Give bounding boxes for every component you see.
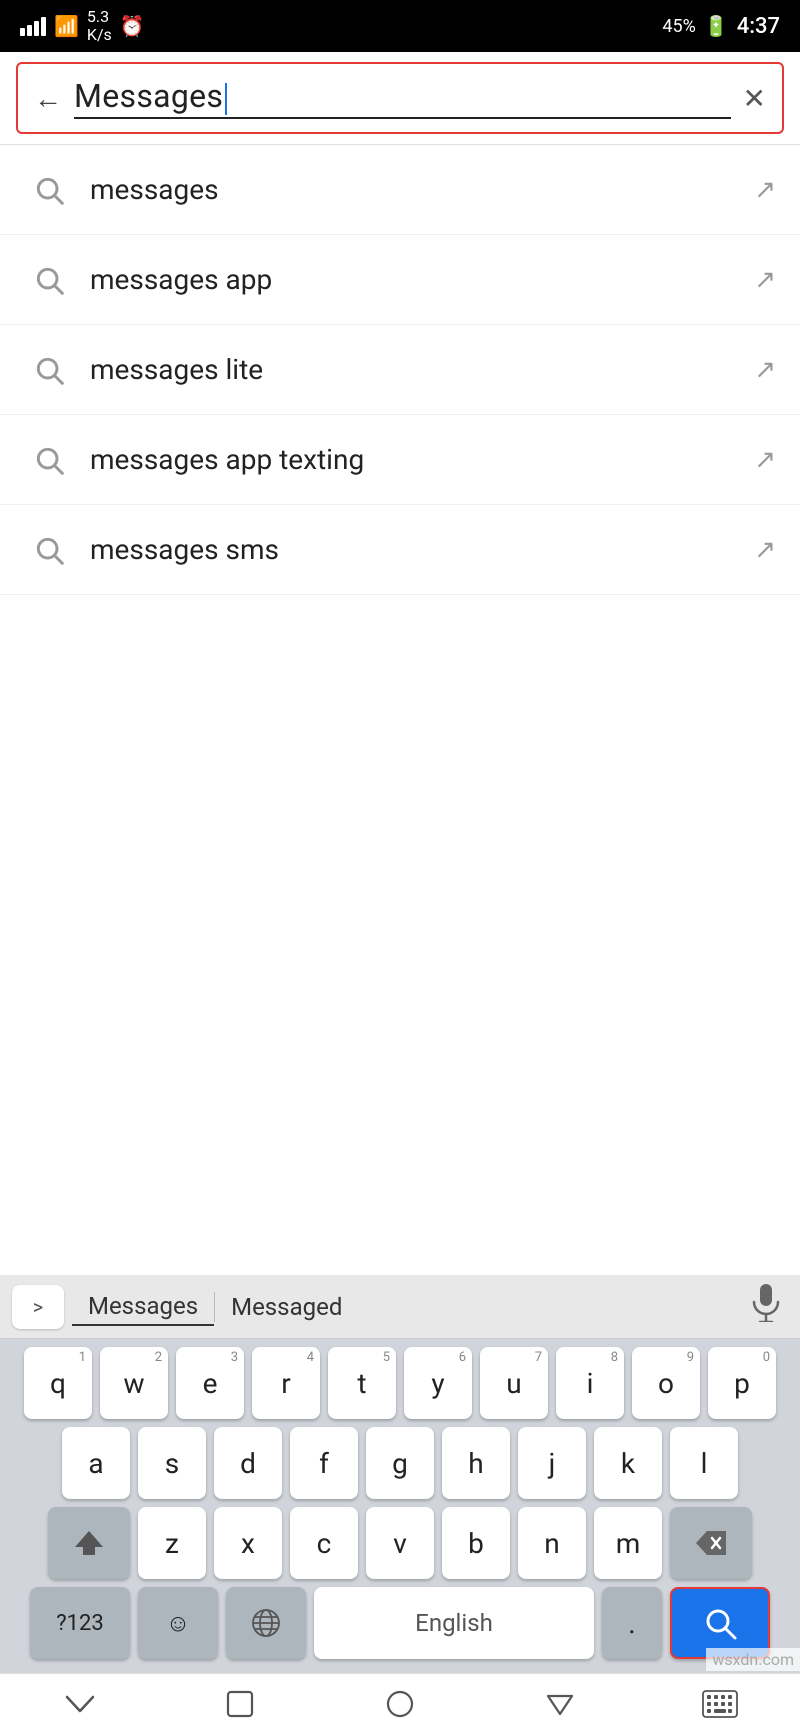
- key-g[interactable]: g: [366, 1427, 434, 1499]
- close-button[interactable]: ✕: [743, 82, 766, 115]
- key-l[interactable]: l: [670, 1427, 738, 1499]
- key-row-3: z x c v b n m: [6, 1507, 794, 1579]
- key-r[interactable]: 4r: [252, 1347, 320, 1419]
- search-icon: [24, 354, 74, 386]
- arrow-icon: ↗: [754, 175, 776, 205]
- key-f[interactable]: f: [290, 1427, 358, 1499]
- wifi-icon: 📶: [54, 14, 79, 38]
- key-e[interactable]: 3e: [176, 1347, 244, 1419]
- key-p[interactable]: 0p: [708, 1347, 776, 1419]
- emoji-key[interactable]: ☺: [138, 1587, 218, 1659]
- key-x[interactable]: x: [214, 1507, 282, 1579]
- suggestion-text: messages app texting: [74, 443, 754, 476]
- shift-key[interactable]: [48, 1507, 130, 1579]
- suggestion-text: messages lite: [74, 353, 754, 386]
- key-m[interactable]: m: [594, 1507, 662, 1579]
- key-j[interactable]: j: [518, 1427, 586, 1499]
- key-a[interactable]: a: [62, 1427, 130, 1499]
- keyboard-rows: 1q 2w 3e 4r 5t 6y 7u 8i 9o 0p a s d f g …: [0, 1339, 800, 1673]
- search-icon: [24, 534, 74, 566]
- mic-button[interactable]: [744, 1276, 788, 1338]
- alarm-icon: ⏰: [120, 14, 145, 38]
- key-y[interactable]: 6y: [404, 1347, 472, 1419]
- list-item[interactable]: messages app texting ↗: [0, 415, 800, 505]
- key-q[interactable]: 1q: [24, 1347, 92, 1419]
- autocomplete-word-1[interactable]: Messages: [72, 1288, 214, 1326]
- suggestion-text: messages: [74, 173, 754, 206]
- search-input[interactable]: Messages: [74, 77, 731, 119]
- key-v[interactable]: v: [366, 1507, 434, 1579]
- list-item[interactable]: messages lite ↗: [0, 325, 800, 415]
- nav-keyboard-button[interactable]: [680, 1679, 760, 1729]
- arrow-icon: ↗: [754, 355, 776, 385]
- autocomplete-words: Messages Messaged: [72, 1288, 736, 1326]
- key-u[interactable]: 7u: [480, 1347, 548, 1419]
- list-item[interactable]: messages ↗: [0, 145, 800, 235]
- search-icon: [24, 174, 74, 206]
- key-b[interactable]: b: [442, 1507, 510, 1579]
- key-s[interactable]: s: [138, 1427, 206, 1499]
- arrow-icon: ↗: [754, 265, 776, 295]
- key-h[interactable]: h: [442, 1427, 510, 1499]
- key-z[interactable]: z: [138, 1507, 206, 1579]
- suggestion-text: messages app: [74, 263, 754, 296]
- status-right: 45% 🔋 4:37: [662, 14, 780, 39]
- watermark: wsxdn.com: [706, 1648, 800, 1671]
- autocomplete-bar: > Messages Messaged: [0, 1275, 800, 1339]
- battery-percent: 45%: [662, 16, 695, 37]
- key-row-2: a s d f g h j k l: [6, 1427, 794, 1499]
- search-icon: [24, 444, 74, 476]
- globe-key[interactable]: [226, 1587, 306, 1659]
- signal-icon: [20, 16, 46, 36]
- keyboard-area: > Messages Messaged 1q 2w 3e 4r 5t 6y 7u: [0, 1275, 800, 1733]
- backspace-key[interactable]: [670, 1507, 752, 1579]
- key-t[interactable]: 5t: [328, 1347, 396, 1419]
- spacebar-key[interactable]: English: [314, 1587, 594, 1659]
- key-row-1: 1q 2w 3e 4r 5t 6y 7u 8i 9o 0p: [6, 1347, 794, 1419]
- status-left: 📶 5.3 K/s ⏰: [20, 8, 145, 43]
- status-bar: 📶 5.3 K/s ⏰ 45% 🔋 4:37: [0, 0, 800, 52]
- nav-triangle-button[interactable]: [520, 1679, 600, 1729]
- period-key[interactable]: .: [602, 1587, 662, 1659]
- key-w[interactable]: 2w: [100, 1347, 168, 1419]
- search-bar[interactable]: ← Messages ✕: [16, 62, 784, 134]
- suggestion-list: messages ↗ messages app ↗ messages lite …: [0, 145, 800, 595]
- numeric-key[interactable]: ?123: [30, 1587, 130, 1659]
- back-button[interactable]: ←: [34, 82, 62, 115]
- battery-icon: 🔋: [704, 14, 729, 38]
- bottom-nav: [0, 1673, 800, 1733]
- data-speed: 5.3 K/s: [87, 8, 112, 43]
- key-c[interactable]: c: [290, 1507, 358, 1579]
- arrow-icon: ↗: [754, 445, 776, 475]
- autocomplete-word-2[interactable]: Messaged: [215, 1289, 358, 1325]
- nav-down-button[interactable]: [40, 1679, 120, 1729]
- suggestion-text: messages sms: [74, 533, 754, 566]
- key-n[interactable]: n: [518, 1507, 586, 1579]
- key-k[interactable]: k: [594, 1427, 662, 1499]
- list-item[interactable]: messages sms ↗: [0, 505, 800, 595]
- nav-square-button[interactable]: [200, 1679, 280, 1729]
- nav-circle-button[interactable]: [360, 1679, 440, 1729]
- key-row-4: ?123 ☺ English .: [6, 1587, 794, 1659]
- search-icon: [24, 264, 74, 296]
- clock: 4:37: [737, 14, 780, 39]
- key-i[interactable]: 8i: [556, 1347, 624, 1419]
- autocomplete-expand-button[interactable]: >: [12, 1285, 64, 1329]
- key-o[interactable]: 9o: [632, 1347, 700, 1419]
- arrow-icon: ↗: [754, 535, 776, 565]
- list-item[interactable]: messages app ↗: [0, 235, 800, 325]
- key-d[interactable]: d: [214, 1427, 282, 1499]
